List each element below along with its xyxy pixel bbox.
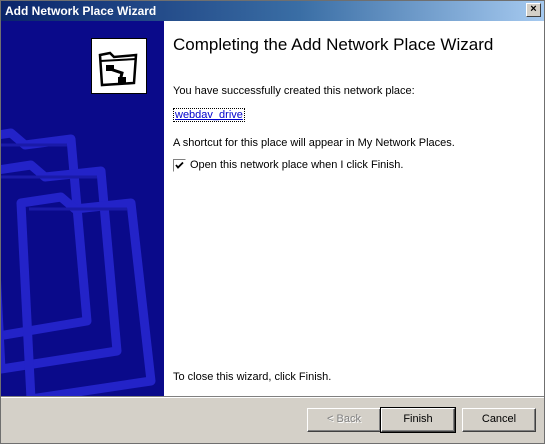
open-place-checkbox-label[interactable]: Open this network place when I click Fin… bbox=[190, 159, 403, 171]
close-icon: × bbox=[530, 3, 537, 15]
wizard-body: Completing the Add Network Place Wizard … bbox=[1, 21, 544, 396]
close-button[interactable]: × bbox=[526, 3, 541, 17]
shortcut-message: A shortcut for this place will appear in… bbox=[173, 137, 455, 149]
network-place-name-row: webdav_drive bbox=[173, 108, 245, 122]
button-divider bbox=[1, 396, 544, 398]
network-folder-icon bbox=[91, 38, 147, 94]
cancel-button[interactable]: Cancel bbox=[462, 408, 536, 432]
title-bar[interactable]: Add Network Place Wizard × bbox=[1, 1, 544, 21]
checkmark-icon bbox=[175, 161, 184, 169]
page-title: Completing the Add Network Place Wizard bbox=[173, 35, 494, 54]
success-message: You have successfully created this netwo… bbox=[173, 85, 415, 97]
window-title: Add Network Place Wizard bbox=[5, 4, 157, 18]
wizard-window: Add Network Place Wizard × Completing th… bbox=[0, 0, 545, 444]
close-instructions: To close this wizard, click Finish. bbox=[173, 371, 332, 383]
wizard-side-panel bbox=[1, 21, 164, 396]
network-place-link[interactable]: webdav_drive bbox=[173, 108, 245, 122]
open-place-checkbox[interactable] bbox=[173, 159, 186, 172]
back-button[interactable]: < Back bbox=[307, 408, 381, 432]
wizard-content: Completing the Add Network Place Wizard … bbox=[173, 21, 533, 396]
finish-button[interactable]: Finish bbox=[380, 407, 456, 433]
